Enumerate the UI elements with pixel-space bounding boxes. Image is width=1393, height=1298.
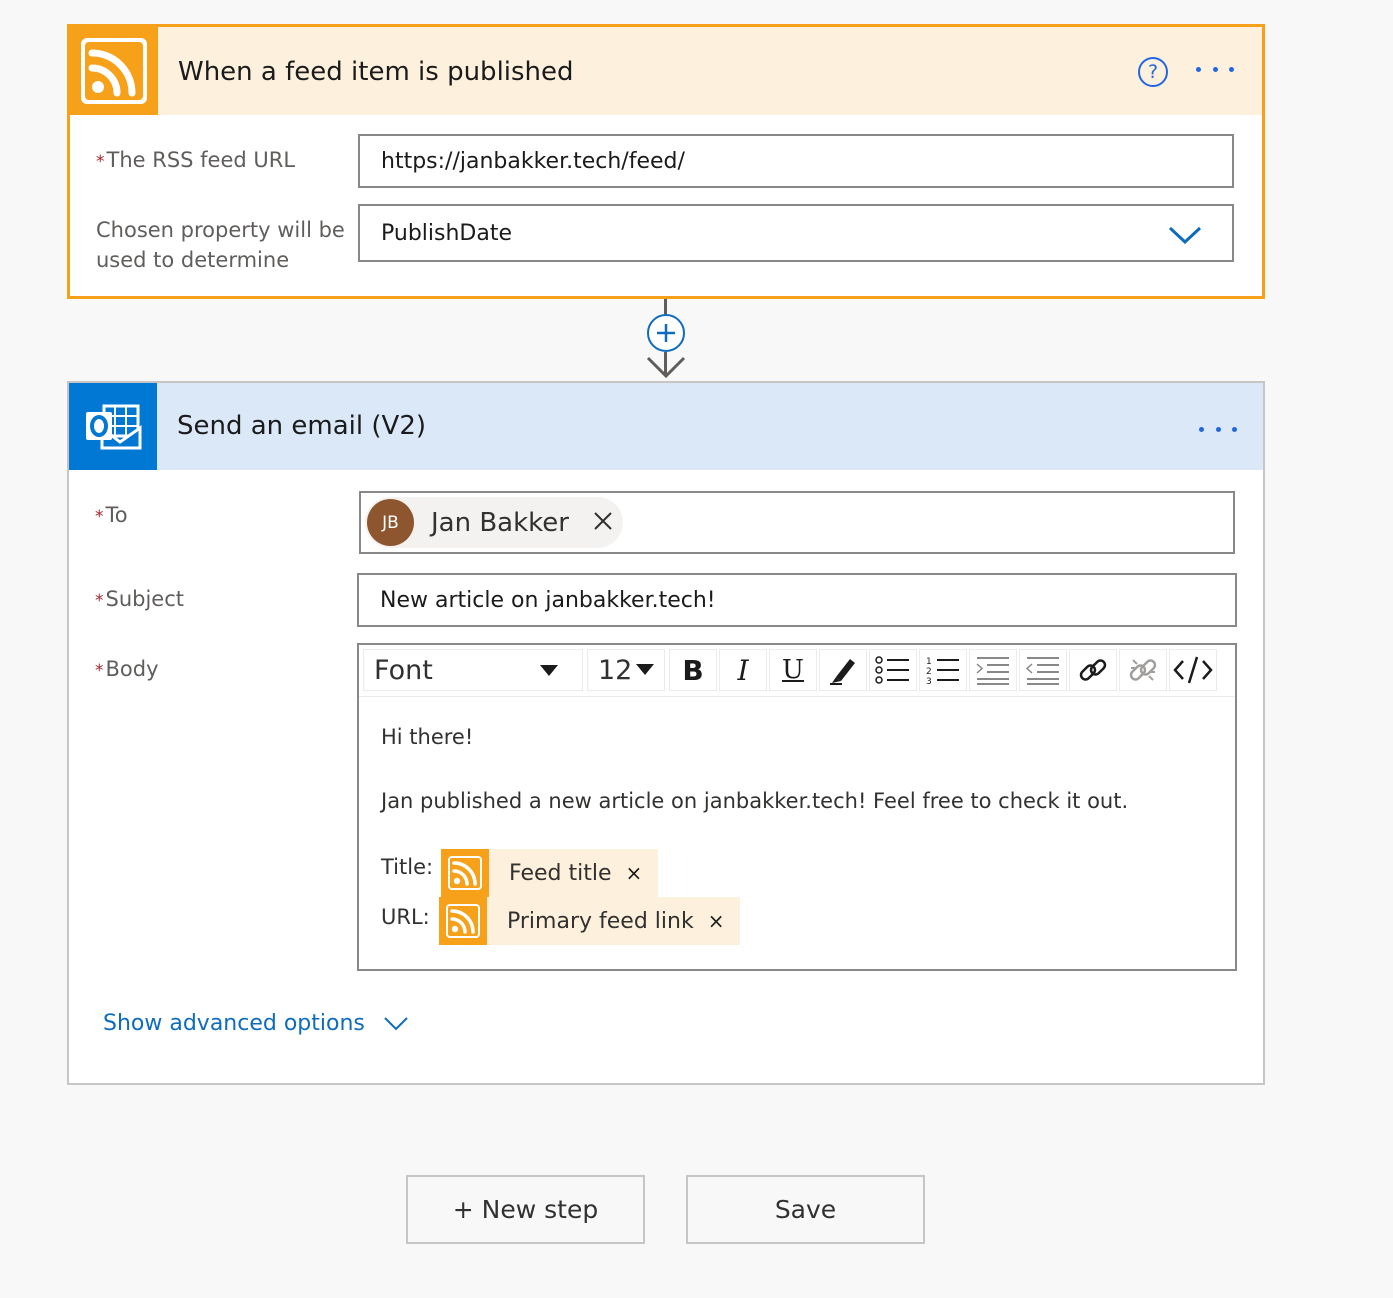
recipient-name: Jan Bakker (431, 508, 569, 538)
outdent-button[interactable] (1019, 649, 1067, 691)
body-url-label: URL: (381, 905, 430, 929)
svg-text:2: 2 (926, 667, 932, 677)
body-label: *Body (95, 657, 159, 681)
chevron-down-icon (1168, 226, 1202, 244)
rss-icon (70, 27, 158, 115)
code-view-button[interactable] (1169, 649, 1217, 691)
font-select-value: Font (374, 654, 433, 686)
recipient-chip[interactable]: JB Jan Bakker (365, 497, 623, 548)
property-dropdown[interactable]: PublishDate (358, 204, 1234, 262)
svg-text:3: 3 (926, 677, 932, 685)
trigger-header[interactable]: When a feed item is published ? (70, 27, 1262, 115)
editor-toolbar: Font 12 B I U 1 2 3 (359, 645, 1235, 697)
arrow-down-icon (646, 356, 686, 379)
italic-icon: I (737, 653, 749, 687)
show-advanced-options-link[interactable]: Show advanced options (103, 1011, 409, 1036)
feed-url-input[interactable]: https://janbakker.tech/feed/ (358, 134, 1234, 188)
ellipsis-icon[interactable] (1190, 59, 1240, 79)
bold-icon: B (682, 653, 704, 687)
new-step-button[interactable]: + New step (406, 1175, 645, 1244)
subject-value: New article on janbakker.tech! (380, 587, 716, 613)
font-size-select[interactable]: 12 (587, 649, 665, 691)
bullet-list-icon (875, 656, 909, 684)
body-title-label: Title: (381, 855, 434, 879)
rss-icon (441, 849, 489, 897)
body-line-greeting: Hi there! (381, 725, 474, 749)
token-label: Feed title (509, 860, 612, 886)
close-icon[interactable] (591, 509, 615, 533)
property-label: Chosen property will be used to determin… (96, 215, 345, 275)
indent-button[interactable] (969, 649, 1017, 691)
highlight-button[interactable] (819, 649, 867, 691)
numbered-list-button[interactable]: 1 2 3 (919, 649, 967, 691)
close-icon[interactable]: × (708, 909, 725, 933)
property-label-line2: used to determine (96, 248, 290, 272)
property-label-line1: Chosen property will be (96, 218, 345, 242)
ellipsis-icon[interactable] (1193, 419, 1243, 439)
indent-icon (976, 657, 1009, 685)
bullet-list-button[interactable] (869, 649, 917, 691)
email-header[interactable]: Send an email (V2) (69, 383, 1263, 470)
to-input[interactable]: JB Jan Bakker (359, 491, 1235, 554)
feed-url-label: *The RSS feed URL (96, 148, 296, 172)
outlook-icon (69, 383, 157, 470)
advanced-options-label: Show advanced options (103, 1011, 365, 1036)
email-card[interactable]: Send an email (V2) *To JB Jan Bakker *Su… (67, 381, 1265, 1085)
question-icon[interactable]: ? (1138, 57, 1168, 87)
close-icon[interactable]: × (626, 861, 643, 885)
connector-line-top (664, 299, 667, 315)
svg-text:1: 1 (926, 657, 932, 667)
numbered-list-icon: 1 2 3 (926, 657, 959, 685)
subject-label: *Subject (95, 587, 185, 611)
link-button[interactable] (1069, 649, 1117, 691)
body-editor[interactable]: Font 12 B I U 1 2 3 Hi there! Jan publis… (357, 643, 1237, 971)
rss-icon (439, 897, 487, 945)
code-icon (1173, 656, 1213, 684)
avatar: JB (367, 499, 414, 546)
save-button[interactable]: Save (686, 1175, 925, 1244)
unlink-button[interactable] (1119, 649, 1167, 691)
token-primary-feed-link[interactable]: Primary feed link × (439, 897, 741, 945)
bold-button[interactable]: B (669, 649, 717, 691)
underline-icon: U (782, 655, 804, 685)
token-feed-title[interactable]: Feed title × (441, 849, 659, 897)
caret-down-icon (540, 665, 558, 676)
italic-button[interactable]: I (719, 649, 767, 691)
subject-input[interactable]: New article on janbakker.tech! (357, 573, 1237, 627)
underline-button[interactable]: U (769, 649, 817, 691)
property-value: PublishDate (381, 220, 513, 246)
plus-icon[interactable] (647, 314, 685, 352)
to-label: *To (95, 503, 128, 527)
outdent-icon (1025, 657, 1059, 685)
chevron-down-icon (384, 1016, 408, 1030)
trigger-card[interactable]: When a feed item is published ? *The RSS… (67, 24, 1265, 299)
font-size-value: 12 (598, 654, 633, 686)
link-icon (1079, 659, 1107, 681)
token-label: Primary feed link (507, 908, 694, 934)
trigger-title: When a feed item is published (178, 57, 574, 87)
unlink-icon (1129, 659, 1157, 681)
caret-down-icon (636, 664, 654, 675)
font-select[interactable]: Font (363, 649, 583, 691)
feed-url-value: https://janbakker.tech/feed/ (381, 148, 685, 174)
email-title: Send an email (V2) (177, 411, 427, 441)
highlighter-icon (830, 659, 855, 685)
body-line-message: Jan published a new article on janbakker… (381, 789, 1129, 813)
